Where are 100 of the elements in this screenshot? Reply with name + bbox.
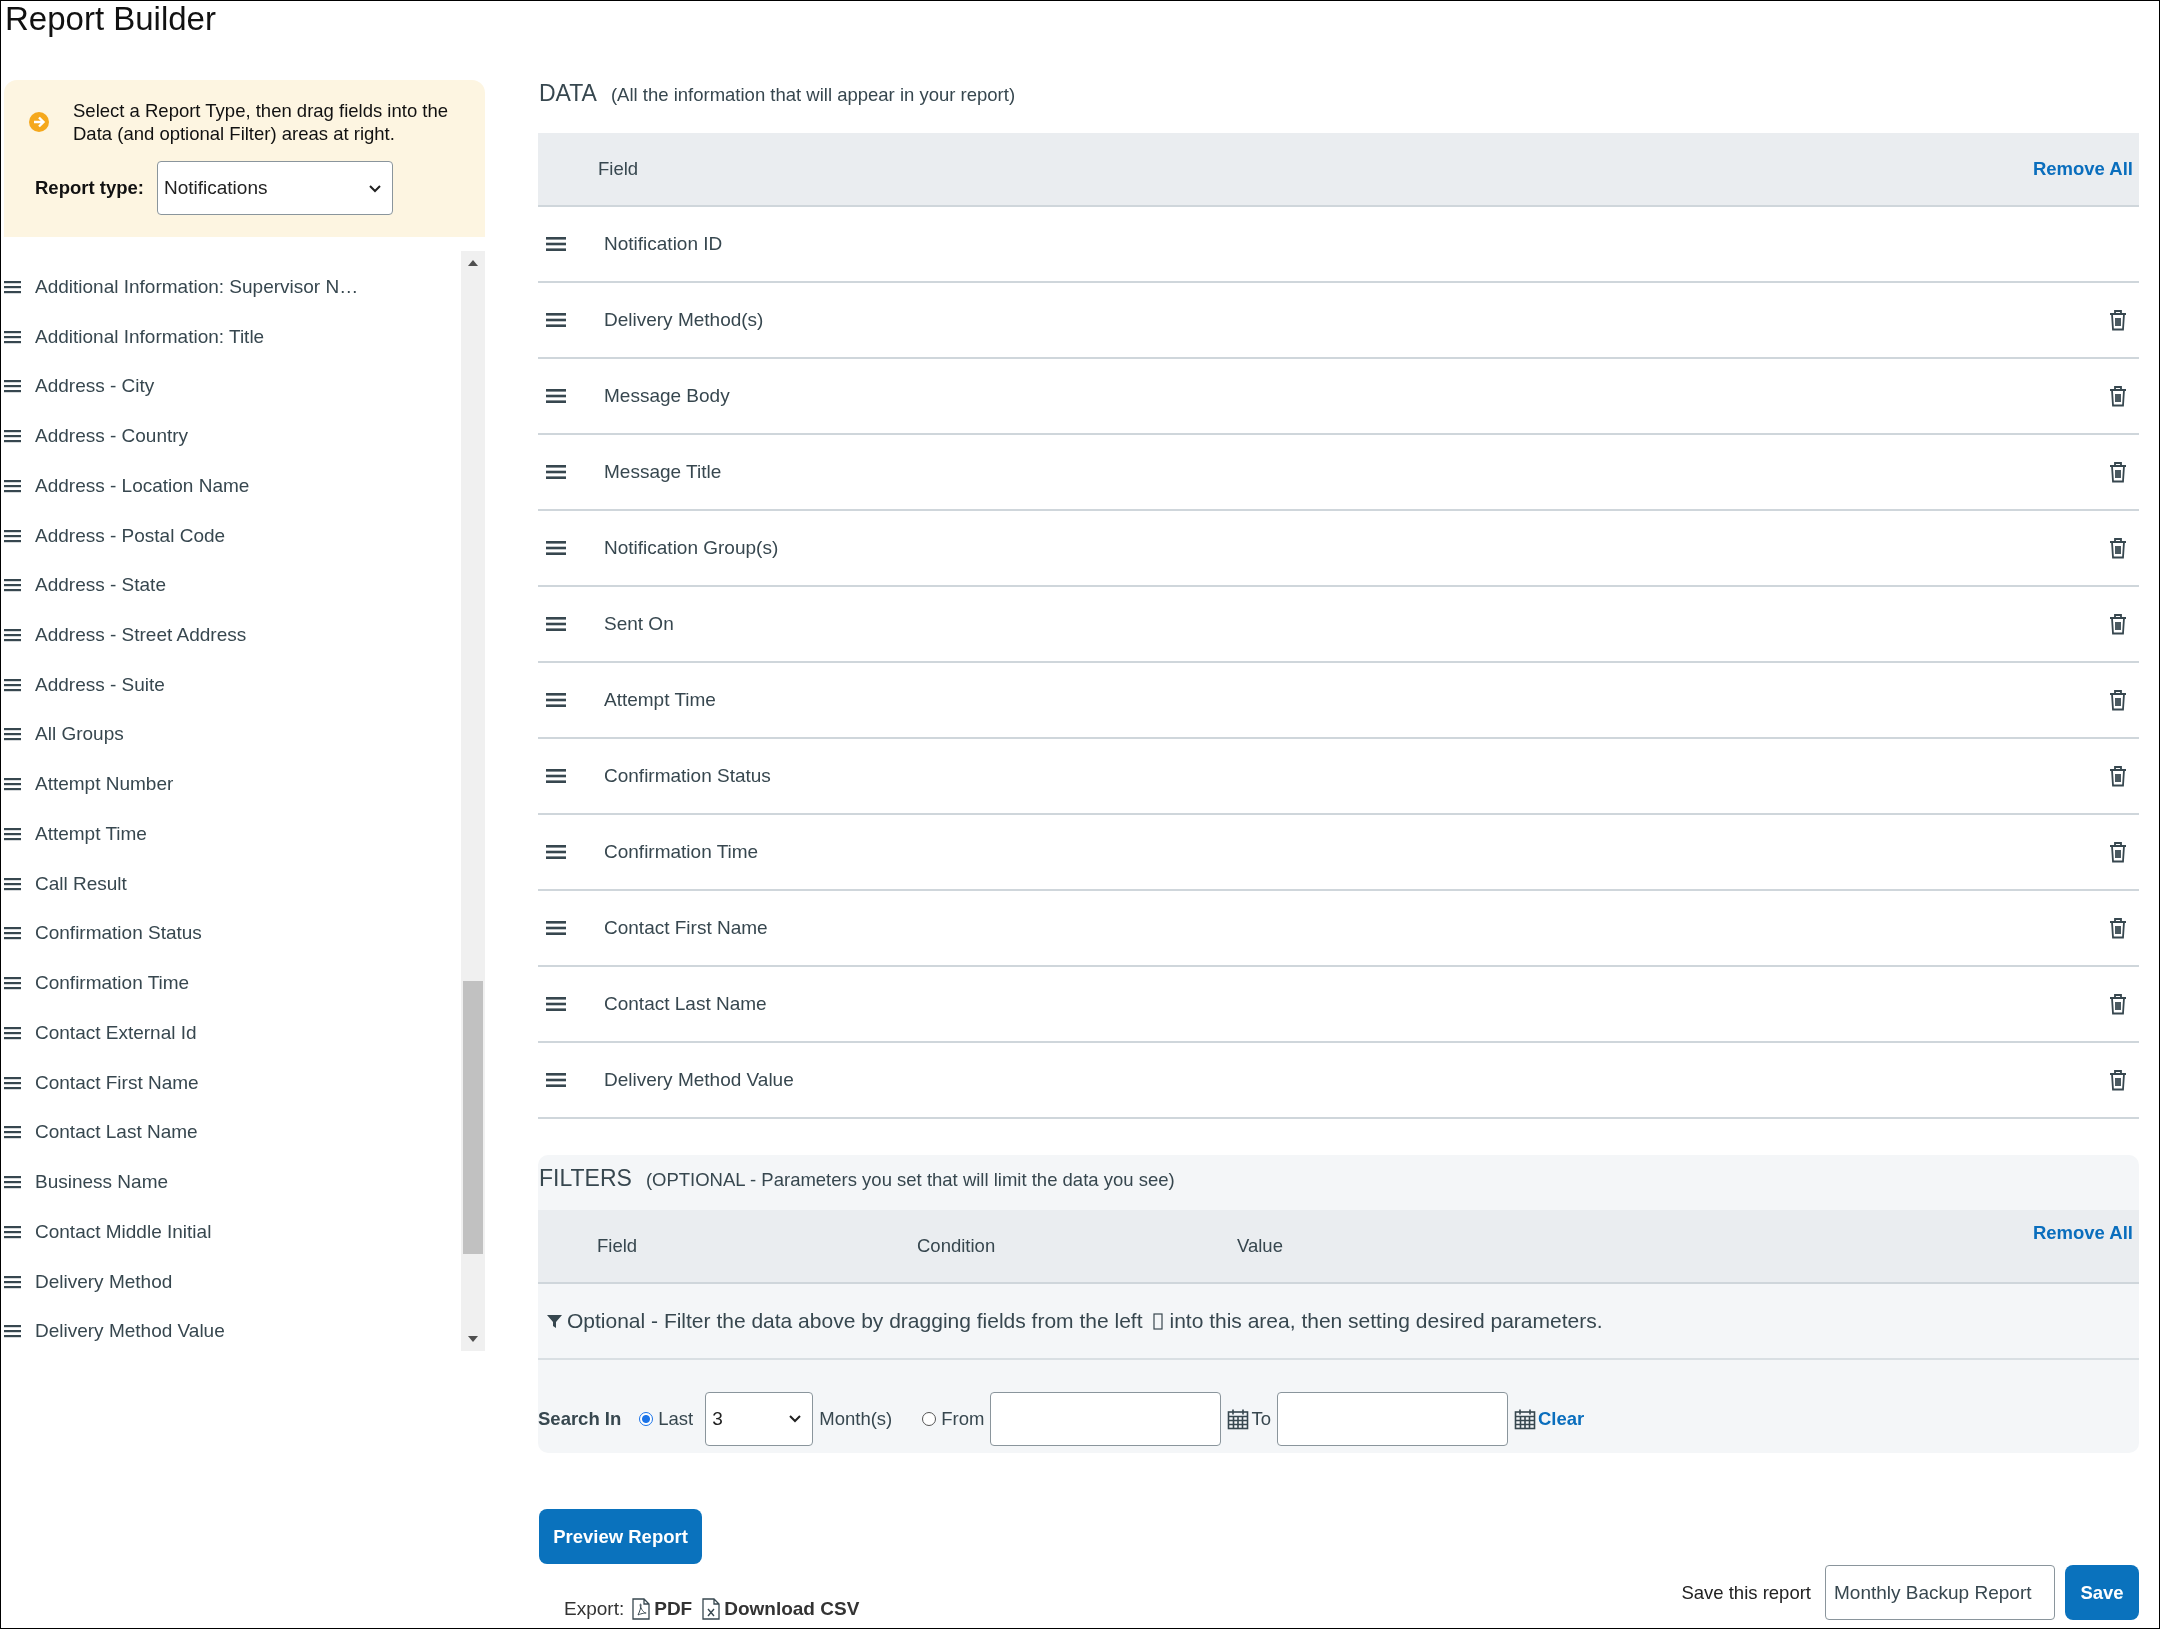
drag-handle-icon[interactable] xyxy=(546,540,566,556)
field-list-item[interactable]: Address - Country xyxy=(1,416,461,456)
field-list-item[interactable]: Attempt Number xyxy=(1,764,461,805)
field-list-item[interactable]: Contact First Name xyxy=(1,1062,461,1103)
field-list-item[interactable]: Additional Information: Title xyxy=(1,316,461,357)
field-list-item[interactable]: Address - Street Address xyxy=(1,615,461,655)
scrollbar-thumb[interactable] xyxy=(463,981,483,1254)
month-count-dropdown[interactable]: 3 xyxy=(705,1391,814,1446)
trash-icon[interactable] xyxy=(2109,689,2127,711)
drag-handle-icon[interactable] xyxy=(4,1324,21,1339)
report-type-dropdown[interactable]: Notifications xyxy=(156,161,393,215)
drag-handle-icon[interactable] xyxy=(4,1175,21,1190)
drag-handle-icon[interactable] xyxy=(4,478,21,493)
drag-handle-icon[interactable] xyxy=(4,279,21,294)
field-list-item[interactable]: Contact External Id xyxy=(1,1013,461,1053)
table-cell-text: Attempt Time xyxy=(604,689,717,711)
drag-handle-icon[interactable] xyxy=(546,768,566,784)
date-field[interactable] xyxy=(1277,1391,1508,1446)
trash-icon[interactable] xyxy=(2109,765,2127,787)
date-field[interactable] xyxy=(990,1391,1222,1446)
field-list-item[interactable]: Address - Suite xyxy=(1,664,461,705)
drag-handle-icon[interactable] xyxy=(4,528,21,543)
scroll-up-icon[interactable] xyxy=(467,259,479,267)
drag-handle-icon[interactable] xyxy=(4,976,21,991)
field-list-item[interactable]: Contact Middle Initial xyxy=(1,1211,461,1252)
trash-icon[interactable] xyxy=(2109,461,2127,483)
drag-handle-icon[interactable] xyxy=(4,628,21,642)
drag-handle-icon[interactable] xyxy=(4,429,21,444)
scrollbar[interactable] xyxy=(461,251,485,1351)
field-list-item[interactable]: Address - Postal Code xyxy=(1,515,461,556)
drag-handle-icon[interactable] xyxy=(4,1274,21,1289)
field-label: Search In xyxy=(538,1407,622,1430)
drag-handle-icon[interactable] xyxy=(546,312,566,328)
field-list-item[interactable]: Additional Information: Supervisor N… xyxy=(1,267,461,307)
drag-handle-icon[interactable] xyxy=(546,1072,566,1088)
drag-handle-icon[interactable] xyxy=(4,329,21,344)
table-cell-text: Contact First Name xyxy=(604,917,769,939)
pdf-file-icon[interactable] xyxy=(632,1598,651,1620)
trash-icon[interactable] xyxy=(2109,385,2127,407)
field-list-item[interactable]: All Groups xyxy=(1,714,461,755)
drag-handle-icon[interactable] xyxy=(4,826,21,841)
field-list-item[interactable]: Call Result xyxy=(1,863,461,904)
export-link[interactable]: PDF xyxy=(632,1598,693,1620)
section-subheading: (All the information that will appear in your report) xyxy=(610,84,1016,106)
field-list-item[interactable]: Address - State xyxy=(1,565,461,606)
drag-handle-icon[interactable] xyxy=(546,844,566,860)
remove-all-link[interactable]: Remove All xyxy=(2032,1222,2133,1244)
save-button[interactable]: Save xyxy=(2065,1565,2139,1620)
trash-icon[interactable] xyxy=(2109,917,2127,939)
spreadsheet-file-icon[interactable] xyxy=(702,1598,721,1620)
drag-handle-icon[interactable] xyxy=(546,236,566,252)
field-label: To xyxy=(1251,1407,1271,1430)
field-list-item[interactable]: Confirmation Time xyxy=(1,963,461,1003)
report-name-field[interactable]: Monthly Backup Report xyxy=(1825,1565,2055,1620)
field-list-item[interactable]: Address - City xyxy=(1,366,461,407)
drag-handle-icon[interactable] xyxy=(546,388,566,404)
drag-handle-icon[interactable] xyxy=(4,777,21,792)
table-cell-text: Notification ID xyxy=(604,233,724,255)
field-list-item[interactable]: Address - Location Name xyxy=(1,465,461,506)
trash-icon[interactable] xyxy=(2109,841,2127,863)
caret-icon xyxy=(788,1414,803,1423)
trash-icon[interactable] xyxy=(2109,1069,2127,1091)
drag-handle-icon[interactable] xyxy=(4,677,21,692)
drag-handle-icon[interactable] xyxy=(4,727,21,742)
drag-handle-icon[interactable] xyxy=(4,876,21,891)
field-list-item[interactable]: Contact Last Name xyxy=(1,1112,461,1153)
clear-link[interactable]: Clear xyxy=(1538,1407,1585,1430)
drag-handle-icon[interactable] xyxy=(546,464,566,480)
drag-handle-icon[interactable] xyxy=(4,1025,21,1040)
table-cell-text: Notification Group(s) xyxy=(604,537,780,559)
drag-handle-icon[interactable] xyxy=(4,926,21,941)
trash-icon[interactable] xyxy=(2109,537,2127,559)
preview-report-button[interactable]: Preview Report xyxy=(539,1509,702,1564)
drag-handle-icon[interactable] xyxy=(546,996,566,1012)
field-list-item[interactable]: Attempt Time xyxy=(1,814,461,854)
export-label: Export: xyxy=(564,1598,625,1620)
drag-handle-icon[interactable] xyxy=(4,1224,21,1239)
trash-icon[interactable] xyxy=(2109,613,2127,635)
remove-all-link[interactable]: Remove All xyxy=(2032,158,2133,180)
calendar-icon[interactable] xyxy=(1227,1407,1250,1430)
radio-option[interactable]: From xyxy=(922,1407,985,1430)
calendar-icon[interactable] xyxy=(1514,1407,1536,1430)
drag-handle-icon[interactable] xyxy=(546,692,566,708)
drag-handle-icon[interactable] xyxy=(4,1125,21,1140)
export-link[interactable]: Download CSV xyxy=(702,1598,860,1620)
trash-icon[interactable] xyxy=(2109,309,2127,331)
drag-handle-icon[interactable] xyxy=(4,379,21,394)
drag-handle-icon[interactable] xyxy=(4,578,21,593)
drag-handle-icon[interactable] xyxy=(4,1075,21,1090)
hint-text: into this area, then setting desired parameters. xyxy=(1169,1309,1603,1333)
radio-option[interactable]: Last xyxy=(639,1407,694,1430)
drag-handle-icon[interactable] xyxy=(546,616,566,632)
field-list-item[interactable]: Delivery Method Value xyxy=(1,1311,461,1351)
field-list-item[interactable]: Business Name xyxy=(1,1162,461,1202)
field-list-item[interactable]: Delivery Method xyxy=(1,1261,461,1302)
field-list-item[interactable]: Confirmation Status xyxy=(1,913,461,954)
scroll-down-icon[interactable] xyxy=(467,1335,479,1343)
drag-handle-icon[interactable] xyxy=(546,920,566,936)
trash-icon[interactable] xyxy=(2109,993,2127,1015)
field-label: Report type: xyxy=(35,177,144,199)
